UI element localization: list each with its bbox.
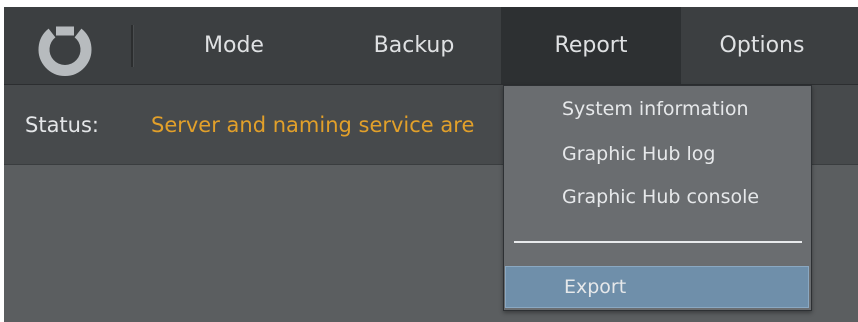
menu-item-graphic-hub-log[interactable]: Graphic Hub log <box>504 134 811 174</box>
nav-report-label: Report <box>554 33 628 58</box>
menu-item-system-information[interactable]: System information <box>504 89 811 129</box>
logo-icon[interactable] <box>34 21 96 83</box>
status-label: Status: <box>25 112 99 137</box>
nav-mode[interactable]: Mode <box>179 7 289 84</box>
report-dropdown-menu: System information Graphic Hub log Graph… <box>503 85 812 311</box>
menu-item-export[interactable]: Export <box>505 266 809 308</box>
nav-options[interactable]: Options <box>692 7 832 84</box>
menu-item-graphic-hub-console[interactable]: Graphic Hub console <box>504 177 811 217</box>
app-window: Mode Backup Report Options Status: Serve… <box>4 7 858 322</box>
top-menu-bar: Mode Backup Report Options <box>4 7 858 85</box>
nav-options-label: Options <box>719 33 805 58</box>
menu-separator <box>514 241 802 243</box>
divider <box>131 25 134 67</box>
nav-backup[interactable]: Backup <box>349 7 479 84</box>
status-message: Server and naming service are <box>151 112 475 137</box>
nav-mode-label: Mode <box>204 33 264 58</box>
nav-report[interactable]: Report <box>501 7 681 84</box>
nav-backup-label: Backup <box>373 33 455 58</box>
